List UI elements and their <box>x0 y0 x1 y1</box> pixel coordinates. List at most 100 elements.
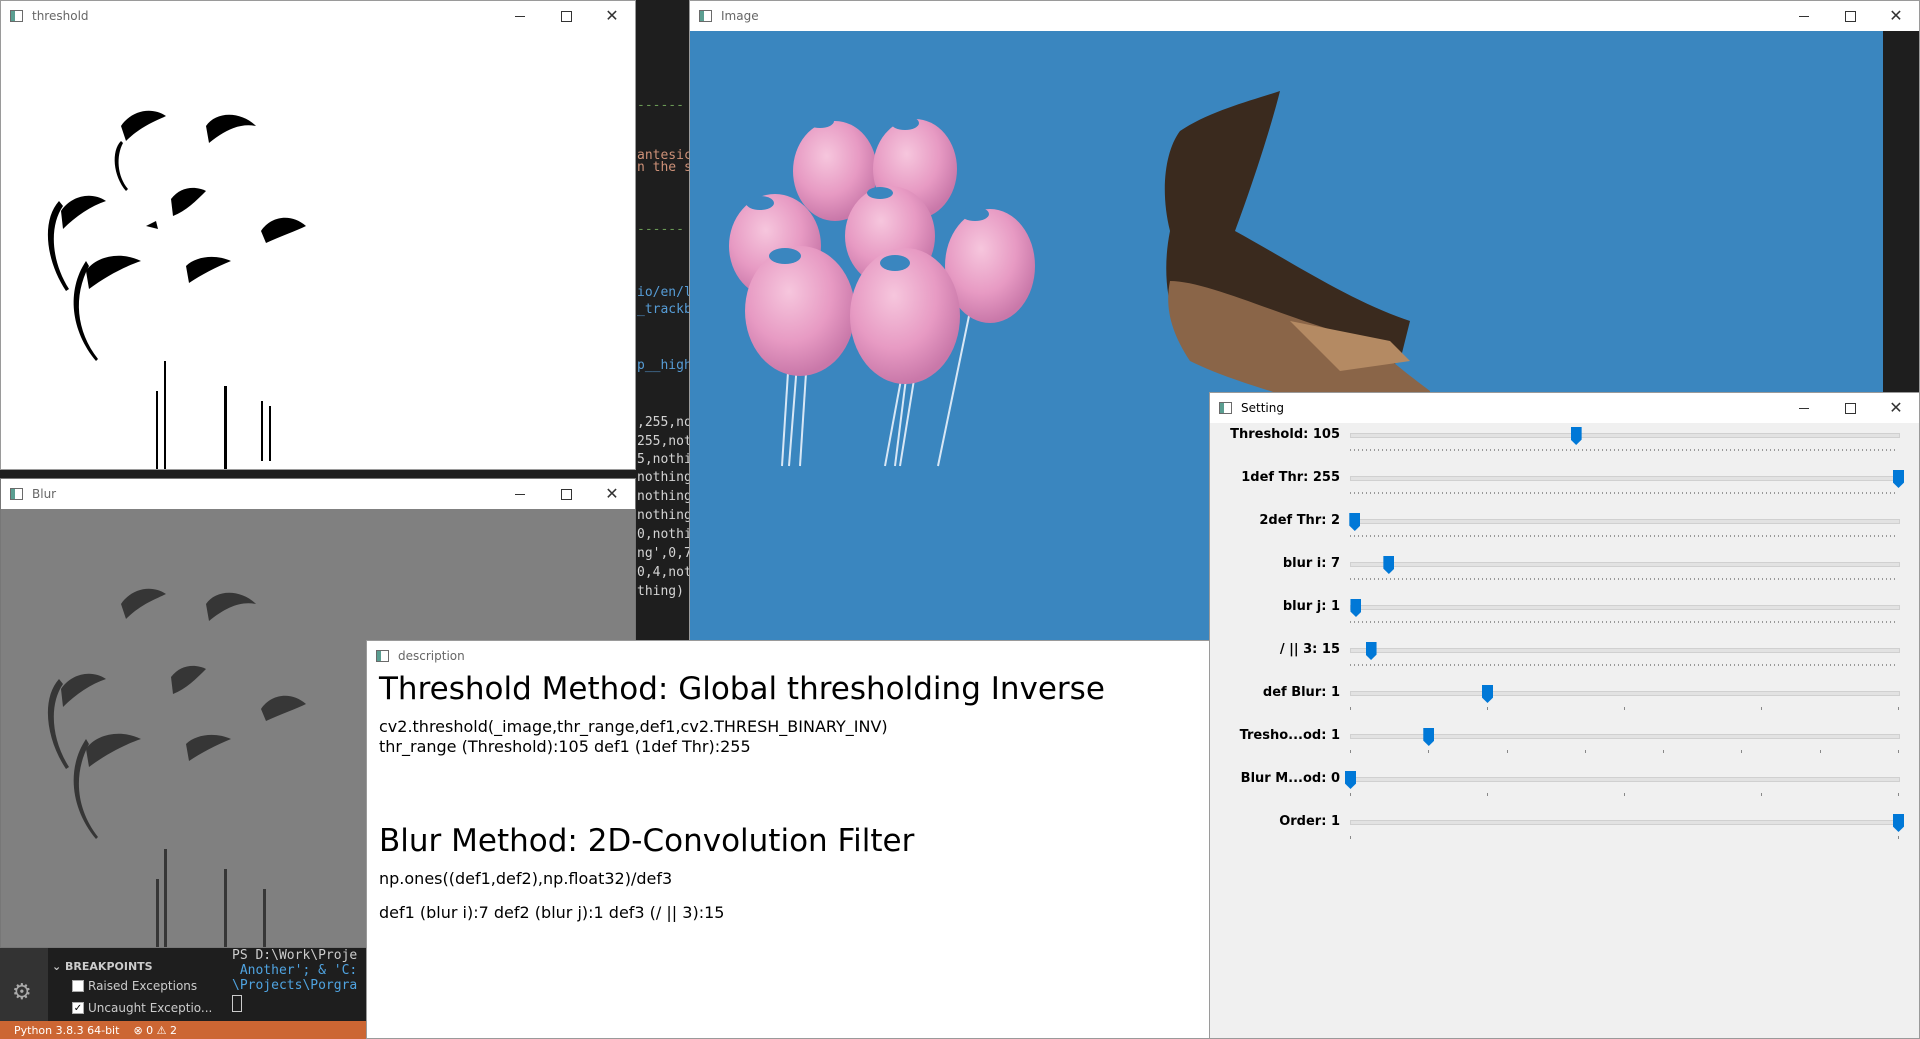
code-line: nothing <box>637 489 692 504</box>
maximize-button[interactable] <box>1827 393 1873 423</box>
window-app-icon <box>10 10 23 22</box>
window-app-icon <box>10 488 23 500</box>
code-line: 5,nothi <box>637 452 692 467</box>
trackbar-row[interactable]: Tresho...od: 1 <box>1210 728 1919 768</box>
trackbar-row[interactable]: blur i: 7 <box>1210 556 1919 596</box>
trackbar-label: 2def Thr: 2 <box>1259 513 1340 528</box>
trackbar-thumb[interactable] <box>1350 599 1362 617</box>
image-titlebar[interactable]: Image ✕ <box>690 1 1919 31</box>
trackbar-label: Blur M...od: 0 <box>1240 771 1340 786</box>
blur-method-heading: Blur Method: 2D-Convolution Filter <box>379 823 915 859</box>
code-line: io/en/l <box>637 285 692 300</box>
trackbar-ticks <box>1350 750 1899 753</box>
trackbar-thumb[interactable] <box>1365 642 1377 660</box>
code-line: _trackb <box>637 302 692 317</box>
trackbar-thumb[interactable] <box>1349 513 1361 531</box>
python-interpreter[interactable]: Python 3.8.3 64-bit <box>14 1024 119 1037</box>
raised-exceptions-item[interactable]: Raised Exceptions <box>72 979 197 993</box>
close-button[interactable]: ✕ <box>1873 393 1919 423</box>
code-line: ng',0,7 <box>637 546 692 561</box>
blur-code-line: np.ones((def1,def2),np.float32)/def3 <box>379 869 673 888</box>
trackbar-ticks <box>1350 793 1899 796</box>
code-line: 0,nothi <box>637 527 692 542</box>
minimize-button[interactable] <box>497 479 543 509</box>
description-window[interactable]: description Threshold Method: Global thr… <box>366 640 1210 1039</box>
breakpoints-header[interactable]: ⌄ BREAKPOINTS <box>52 960 153 973</box>
maximize-button[interactable] <box>543 1 589 31</box>
trackbar-label: blur j: 1 <box>1282 599 1340 614</box>
terminal[interactable]: PS D:\Work\Proje Another'; & 'C: \Project… <box>232 948 357 1012</box>
window-app-icon <box>376 650 389 662</box>
trackbar-label: Tresho...od: 1 <box>1239 728 1340 743</box>
trackbar-track[interactable] <box>1350 648 1900 653</box>
trackbar-row[interactable]: / || 3: 15 <box>1210 642 1919 682</box>
trackbar-ticks <box>1350 492 1898 494</box>
trackbar-row[interactable]: 1def Thr: 255 <box>1210 470 1919 510</box>
raised-exceptions-checkbox[interactable] <box>72 980 84 992</box>
trackbar-track[interactable] <box>1350 605 1900 610</box>
trackbar-track[interactable] <box>1350 562 1900 567</box>
window-app-icon <box>1219 402 1232 414</box>
code-line: nothing <box>637 470 692 485</box>
window-title: Setting <box>1241 401 1284 415</box>
activity-bar: ⚙ <box>0 940 48 1021</box>
description-canvas: Threshold Method: Global thresholding In… <box>367 671 1209 1038</box>
trackbar-ticks <box>1350 535 1898 537</box>
code-line: n the s <box>637 160 692 175</box>
trackbar-thumb[interactable] <box>1482 685 1493 703</box>
trackbar-label: blur i: 7 <box>1282 556 1340 571</box>
trackbar-track[interactable] <box>1350 777 1900 782</box>
trackbar-label: / || 3: 15 <box>1279 642 1340 657</box>
description-titlebar[interactable]: description <box>367 641 1209 671</box>
close-button[interactable]: ✕ <box>1873 1 1919 31</box>
close-button[interactable]: ✕ <box>589 479 635 509</box>
setting-window[interactable]: Setting ✕ Threshold: 105 1def Thr: 255 2de… <box>1209 392 1920 1039</box>
trackbar-label: 1def Thr: 255 <box>1241 470 1340 485</box>
gear-icon[interactable]: ⚙ <box>12 980 32 1005</box>
minimize-button[interactable] <box>1781 1 1827 31</box>
trackbar-ticks <box>1350 621 1898 623</box>
trackbar-track[interactable] <box>1350 433 1900 438</box>
trackbar-row[interactable]: blur j: 1 <box>1210 599 1919 639</box>
trackbar-track[interactable] <box>1350 519 1900 524</box>
trackbar-thumb[interactable] <box>1423 728 1435 746</box>
trackbar-thumb[interactable] <box>1383 556 1395 574</box>
trackbar-row[interactable]: Blur M...od: 0 <box>1210 771 1919 811</box>
trackbar-thumb[interactable] <box>1345 771 1356 789</box>
trackbar-track[interactable] <box>1350 691 1900 696</box>
uncaught-exceptions-item[interactable]: ✓ Uncaught Exceptio... <box>72 1001 212 1015</box>
code-line: 0,4,not <box>637 565 692 580</box>
threshold-method-heading: Threshold Method: Global thresholding In… <box>379 671 1105 707</box>
blur-params-line: def1 (blur i):7 def2 (blur j):1 def3 (/ … <box>379 903 725 922</box>
code-line: p__high <box>637 358 692 373</box>
window-title: Blur <box>32 487 57 501</box>
trackbar-thumb[interactable] <box>1893 470 1904 488</box>
maximize-button[interactable] <box>1827 1 1873 31</box>
threshold-output-image <box>47 110 306 469</box>
trackbar-row[interactable]: 2def Thr: 2 <box>1210 513 1919 553</box>
close-button[interactable]: ✕ <box>589 1 635 31</box>
trackbar-track[interactable] <box>1350 476 1900 481</box>
trackbar-ticks <box>1350 449 1898 451</box>
maximize-button[interactable] <box>543 479 589 509</box>
problems-indicator[interactable]: ⊗ 0 ⚠ 2 <box>133 1024 177 1037</box>
trackbar-row[interactable]: def Blur: 1 <box>1210 685 1919 725</box>
window-title: threshold <box>32 9 89 23</box>
threshold-titlebar[interactable]: threshold ✕ <box>1 1 635 31</box>
trackbar-thumb[interactable] <box>1570 427 1582 445</box>
minimize-button[interactable] <box>497 1 543 31</box>
window-title: description <box>398 649 465 663</box>
code-line: nothing <box>637 508 692 523</box>
threshold-window[interactable]: threshold ✕ <box>0 0 636 470</box>
trackbar-row[interactable]: Order: 1 <box>1210 814 1919 854</box>
trackbar-ticks <box>1350 707 1899 710</box>
trackbar-label: def Blur: 1 <box>1262 685 1340 700</box>
uncaught-exceptions-checkbox[interactable]: ✓ <box>72 1002 84 1014</box>
minimize-button[interactable] <box>1781 393 1827 423</box>
trackbar-row[interactable]: Threshold: 105 <box>1210 427 1919 467</box>
trackbar-ticks <box>1350 836 1899 839</box>
trackbar-track[interactable] <box>1350 820 1900 825</box>
trackbar-thumb[interactable] <box>1893 814 1904 832</box>
blur-titlebar[interactable]: Blur ✕ <box>1 479 635 509</box>
setting-titlebar[interactable]: Setting ✕ <box>1210 393 1919 423</box>
